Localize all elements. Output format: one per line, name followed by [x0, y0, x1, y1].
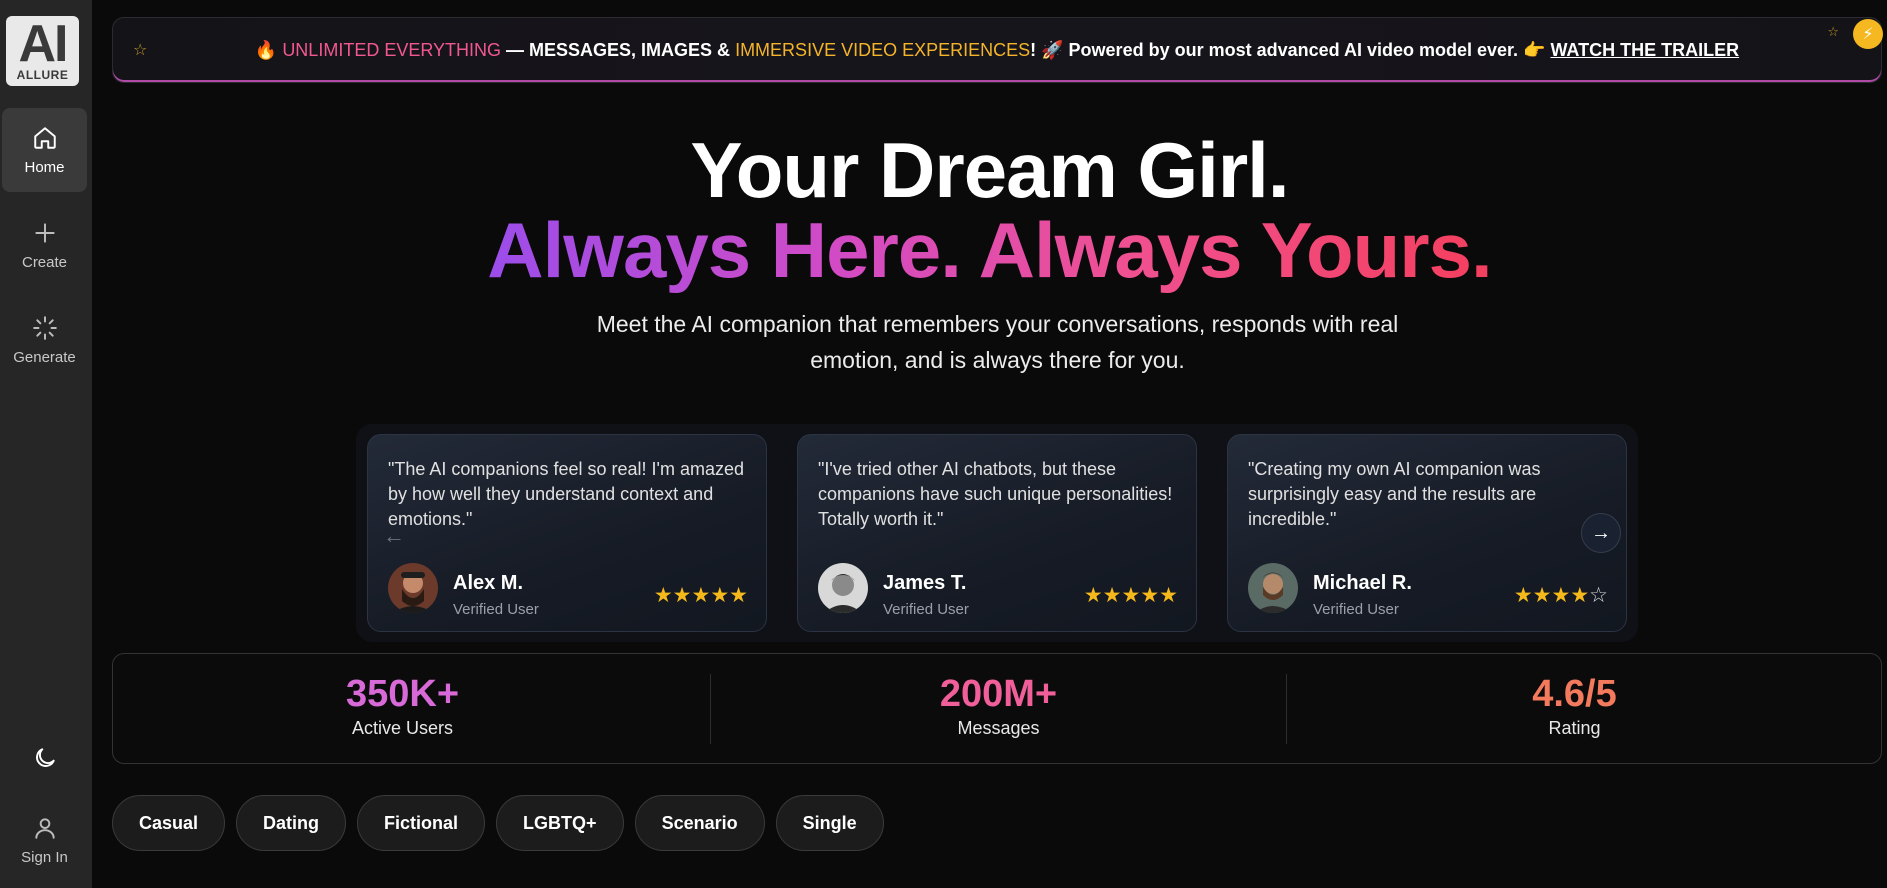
testimonial-card: "I've tried other AI chatbots, but these… [797, 434, 1197, 632]
testimonial-quote: "The AI companions feel so real! I'm ama… [388, 459, 745, 529]
rating-stars: ★★★★★ [1083, 584, 1178, 607]
testimonial-quote: "Creating my own AI companion was surpri… [1248, 459, 1541, 529]
category-chip-casual[interactable]: Casual [112, 795, 226, 851]
category-chip-lgbtq[interactable]: LGBTQ+ [496, 795, 624, 851]
testimonial-role: Verified User [453, 601, 539, 618]
carousel-next-button[interactable]: → [1581, 513, 1621, 553]
watch-trailer-link[interactable]: WATCH THE TRAILER [1550, 40, 1739, 61]
logo-brand: ALLURE [16, 68, 69, 82]
testimonial-quote: "I've tried other AI chatbots, but these… [818, 459, 1173, 529]
arrow-left-icon: ← [383, 523, 405, 548]
rating-stars: ★★★★★ [653, 584, 748, 607]
stat-value: 200M+ [939, 673, 1058, 715]
avatar [388, 563, 438, 613]
theme-toggle-button[interactable] [2, 716, 87, 800]
fire-icon: 🔥 [254, 39, 283, 60]
home-icon [33, 126, 56, 149]
stat-label: Rating [1548, 718, 1601, 738]
moon-icon [35, 748, 55, 767]
stat-active-users: 350K+ Active Users [115, 672, 690, 739]
stat-value: 350K+ [345, 673, 460, 715]
category-filters: Casual Dating Fictional LGBTQ+ Scenario … [112, 795, 884, 851]
testimonial-name: Michael R. [1313, 572, 1412, 594]
rating-stars: ★★★★☆ [1513, 584, 1608, 607]
testimonial-card: "Creating my own AI companion was surpri… [1227, 434, 1627, 632]
testimonial-role: Verified User [883, 601, 969, 618]
loader-icon [32, 315, 57, 340]
promo-banner: ☆ 🔥 UNLIMITED EVERYTHING — MESSAGES, IMA… [112, 17, 1883, 83]
stat-rating: 4.6/5 Rating [1287, 672, 1862, 739]
testimonial-card: "The AI companions feel so real! I'm ama… [367, 434, 767, 632]
sidebar-item-home[interactable]: Home [2, 108, 87, 192]
testimonial-name: Alex M. [453, 572, 524, 594]
testimonial-name: James T. [883, 572, 967, 594]
hero-title: Your Dream Girl. Always Here. Always You… [92, 130, 1887, 290]
plus-icon [34, 222, 55, 243]
testimonial-carousel: "The AI companions feel so real! I'm ama… [356, 424, 1638, 642]
carousel-prev-button[interactable]: ← [383, 523, 405, 549]
category-chip-single[interactable]: Single [775, 795, 884, 851]
sidebar-item-label: Sign In [21, 848, 68, 866]
user-icon [34, 817, 55, 839]
stat-messages: 200M+ Messages [711, 672, 1286, 739]
hero-title-line1: Your Dream Girl. [690, 126, 1289, 214]
sidebar: AI ALLURE Home Create Generate Sign In [0, 0, 92, 888]
bolt-icon: ⚡ [1862, 26, 1874, 43]
avatar [1248, 563, 1298, 613]
star-icon: ☆ [133, 42, 148, 59]
banner-text: ! 🚀 Powered by our most advanced AI vide… [1030, 39, 1551, 60]
sidebar-item-create[interactable]: Create [2, 203, 87, 287]
category-chip-dating[interactable]: Dating [236, 795, 347, 851]
stat-value: 4.6/5 [1532, 673, 1617, 715]
sidebar-item-label: Generate [13, 348, 76, 366]
sidebar-item-label: Create [21, 253, 68, 271]
hero-subtitle: Meet the AI companion that remembers you… [596, 311, 1399, 373]
arrow-right-icon: → [1591, 521, 1611, 544]
hero-title-line2: Always Here. Always Yours. [487, 206, 1492, 294]
banner-highlight-gold: IMMERSIVE VIDEO EXPERIENCES [735, 39, 1031, 60]
star-icon: ☆ [1827, 24, 1839, 39]
banner-text: — MESSAGES, IMAGES & [501, 39, 736, 60]
logo-mark: AI [18, 15, 69, 73]
category-chip-fictional[interactable]: Fictional [357, 795, 486, 851]
sidebar-item-label: Home [24, 158, 65, 176]
testimonial-role: Verified User [1313, 601, 1399, 618]
stat-label: Messages [957, 718, 1040, 738]
category-chip-scenario[interactable]: Scenario [634, 795, 765, 851]
banner-highlight: UNLIMITED EVERYTHING [282, 39, 502, 60]
stats-bar: 350K+ Active Users 200M+ Messages 4.6/5 … [112, 653, 1882, 764]
sidebar-item-sign-in[interactable]: Sign In [2, 800, 87, 880]
bolt-button[interactable]: ⚡ [1853, 19, 1883, 49]
avatar [818, 563, 868, 613]
sidebar-item-generate[interactable]: Generate [2, 298, 87, 382]
logo[interactable]: AI ALLURE [6, 16, 79, 86]
stat-label: Active Users [351, 718, 454, 738]
